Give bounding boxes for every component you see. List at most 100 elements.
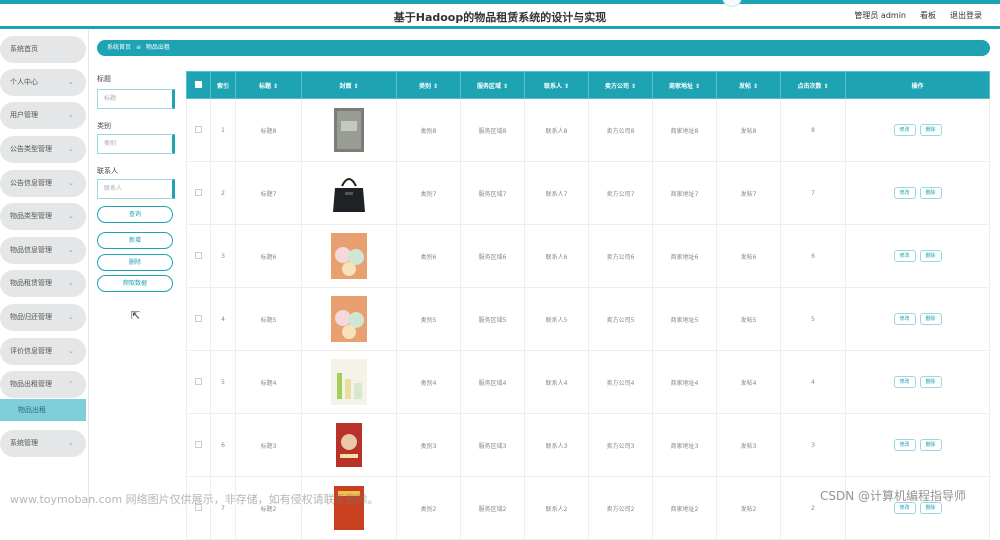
table-row: 6 标题3 类别3 服务区域3 联系人3 卖方公司3 商家地址3 发帖3 3 修改 删除 xyxy=(186,413,990,477)
row-checkbox[interactable] xyxy=(186,476,211,540)
cell-company: 卖方公司7 xyxy=(588,161,653,225)
sidebar-item-item-types[interactable]: 物品类型管理 ⌄ xyxy=(0,203,86,230)
sidebar-item-label: 个人中心 xyxy=(10,78,38,86)
cover-image xyxy=(331,178,367,212)
column-header[interactable]: 服务区域 ⇕ xyxy=(460,71,525,99)
row-checkbox[interactable] xyxy=(186,98,211,162)
sidebar-item-notices[interactable]: 公告信息管理 ⌄ xyxy=(0,170,86,197)
cell-index: 3 xyxy=(210,224,236,288)
cell-contact: 联系人4 xyxy=(524,350,589,414)
delete-row-button[interactable]: 删除 xyxy=(919,124,942,136)
mouse-cursor-icon: ⇱ xyxy=(131,309,141,322)
table-row: 3 标题6 类别6 服务区域6 联系人6 卖方公司6 商家地址6 发帖6 6 修改 删除 xyxy=(186,224,990,288)
cell-index: 2 xyxy=(210,161,236,225)
edit-button[interactable]: 修改 xyxy=(893,250,916,262)
column-header[interactable]: 类别 ⇕ xyxy=(396,71,461,99)
chevron-down-icon: ⌄ xyxy=(68,111,74,119)
sidebar-item-rentals[interactable]: 物品租赁管理 ⌄ xyxy=(0,270,86,297)
row-checkbox[interactable] xyxy=(186,413,211,477)
cell-clicks: 3 xyxy=(780,413,846,477)
cover-image xyxy=(331,359,367,405)
cell-post: 发帖6 xyxy=(716,224,781,288)
table-row: 5 标题4 类别4 服务区域4 联系人4 卖方公司4 商家地址4 发帖4 4 修改 删除 xyxy=(186,350,990,414)
delete-row-button[interactable]: 删除 xyxy=(919,187,942,199)
delete-row-button[interactable]: 删除 xyxy=(919,439,942,451)
sidebar-item-notice-types[interactable]: 公告类型管理 ⌄ xyxy=(0,136,86,163)
cell-company: 卖方公司3 xyxy=(588,413,653,477)
delete-row-button[interactable]: 删除 xyxy=(919,376,942,388)
category-label: 类别 xyxy=(97,122,111,130)
breadcrumb-current: 物品出租 xyxy=(145,44,170,51)
delete-button[interactable]: 删除 xyxy=(97,254,173,271)
row-checkbox[interactable] xyxy=(186,161,211,225)
column-header: 索引 xyxy=(210,71,236,99)
edit-button[interactable]: 修改 xyxy=(893,376,916,388)
table-header-row: 索引 标题 ⇕ 封面 ⇕ 类别 ⇕ 服务区域 ⇕ 联系人 ⇕ 卖方公司 ⇕ 商家… xyxy=(186,71,990,99)
sidebar-item-users[interactable]: 用户管理 ⌄ xyxy=(0,102,86,129)
category-input[interactable]: 类别 xyxy=(97,134,175,154)
sidebar-item-lease-out[interactable]: 物品出租管理 ⌃ xyxy=(0,371,86,398)
cell-index: 1 xyxy=(210,98,236,162)
sidebar-item-label: 物品类型管理 xyxy=(10,212,52,220)
search-button[interactable]: 查询 xyxy=(97,206,173,223)
sidebar-item-profile[interactable]: 个人中心 ⌄ xyxy=(0,69,86,96)
logout-link[interactable]: 退出登录 xyxy=(950,10,982,21)
edit-button[interactable]: 修改 xyxy=(893,187,916,199)
delete-row-button[interactable]: 删除 xyxy=(919,250,942,262)
select-all-checkbox[interactable] xyxy=(186,71,211,99)
cell-address: 商家地址4 xyxy=(652,350,717,414)
add-button[interactable]: 新增 xyxy=(97,232,173,249)
cell-category: 类别3 xyxy=(396,413,461,477)
column-header[interactable]: 卖方公司 ⇕ xyxy=(588,71,653,99)
cell-company: 卖方公司6 xyxy=(588,224,653,288)
breadcrumb-separator: ≡ xyxy=(135,44,141,51)
cell-post: 发帖5 xyxy=(716,287,781,351)
column-header[interactable]: 发帖 ⇕ xyxy=(716,71,781,99)
user-menu[interactable]: 管理员 admin xyxy=(854,10,906,21)
edit-button[interactable]: 修改 xyxy=(893,313,916,325)
chevron-down-icon: ⌄ xyxy=(68,179,74,187)
csdn-watermark: CSDN @计算机编程指导师 xyxy=(820,489,967,503)
sidebar-subitem-lease-out[interactable]: 物品出租 xyxy=(0,399,86,421)
cell-area: 服务区域2 xyxy=(460,476,525,540)
cell-index: 7 xyxy=(210,476,236,540)
sidebar-item-items[interactable]: 物品信息管理 ⌄ xyxy=(0,237,86,264)
table-row: 4 标题5 类别5 服务区域5 联系人5 卖方公司5 商家地址5 发帖5 5 修改 删除 xyxy=(186,287,990,351)
sidebar-item-home[interactable]: 系统首页 xyxy=(0,36,86,63)
column-header[interactable]: 联系人 ⇕ xyxy=(524,71,589,99)
board-link[interactable]: 看板 xyxy=(920,10,936,21)
contact-input[interactable]: 联系人 xyxy=(97,179,175,199)
cover-image xyxy=(331,233,367,279)
edit-button[interactable]: 修改 xyxy=(893,124,916,136)
watermark-text: www.toymoban.com 网络图片仅供展示，非存储，如有侵权请联系删除。 xyxy=(10,493,379,506)
cell-actions: 修改 删除 xyxy=(845,224,990,288)
sidebar-item-label: 系统首页 xyxy=(10,45,38,53)
sidebar-item-label: 公告类型管理 xyxy=(10,145,52,153)
cell-post: 发帖7 xyxy=(716,161,781,225)
column-header[interactable]: 商家地址 ⇕ xyxy=(652,71,717,99)
delete-row-button[interactable]: 删除 xyxy=(919,313,942,325)
page-title: 基于Hadoop的物品租赁系统的设计与实现 xyxy=(393,11,607,24)
column-header[interactable]: 封面 ⇕ xyxy=(301,71,397,99)
sidebar-item-returns[interactable]: 物品归还管理 ⌄ xyxy=(0,304,86,331)
cell-actions: 修改 删除 xyxy=(845,350,990,414)
column-header[interactable]: 标题 ⇕ xyxy=(235,71,302,99)
crawl-data-button[interactable]: 爬取数据 xyxy=(97,275,173,292)
cell-title: 标题7 xyxy=(235,161,302,225)
cell-title: 标题5 xyxy=(235,287,302,351)
title-input[interactable]: 标题 xyxy=(97,89,175,109)
column-header[interactable]: 点击次数 ⇕ xyxy=(780,71,846,99)
row-checkbox[interactable] xyxy=(186,350,211,414)
row-checkbox[interactable] xyxy=(186,287,211,351)
breadcrumb-home[interactable]: 系统首页 xyxy=(107,44,131,51)
cell-contact: 联系人3 xyxy=(524,413,589,477)
sidebar-item-system[interactable]: 系统管理 ⌄ xyxy=(0,430,86,457)
cell-cover xyxy=(301,161,397,225)
sidebar: 系统首页 个人中心 ⌄ 用户管理 ⌄ 公告类型管理 ⌄ 公告信息管理 ⌄ 物品类型管理 ⌄… xyxy=(0,30,88,508)
cell-clicks: 4 xyxy=(780,350,846,414)
column-header: 操作 xyxy=(845,71,990,99)
chevron-down-icon: ⌄ xyxy=(68,145,74,153)
edit-button[interactable]: 修改 xyxy=(893,439,916,451)
sidebar-item-reviews[interactable]: 评价信息管理 ⌄ xyxy=(0,338,86,365)
row-checkbox[interactable] xyxy=(186,224,211,288)
